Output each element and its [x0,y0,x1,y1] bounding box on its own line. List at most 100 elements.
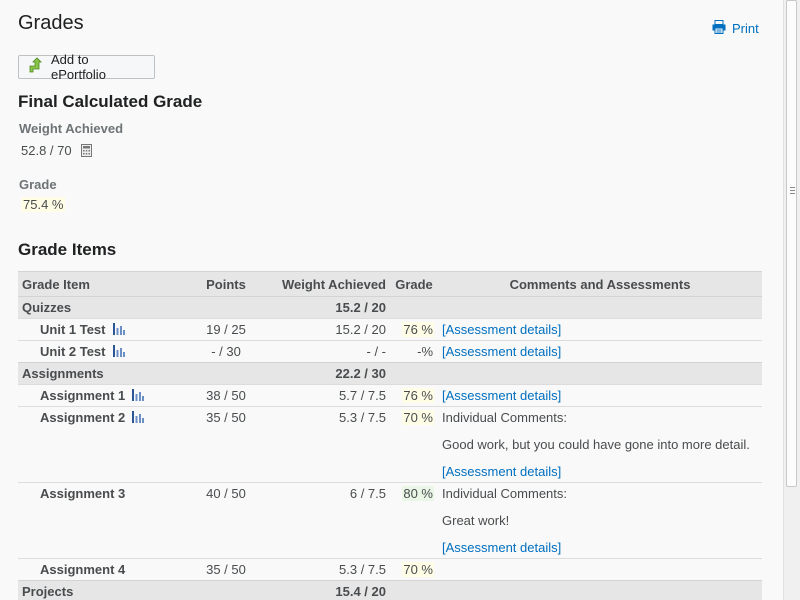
grade-item-grade: 76 % [402,388,434,403]
grade-item-weight: 15.2 / 20 [262,318,390,341]
grade-item-weight: 5.3 / 7.5 [262,558,390,581]
grade-item-name: Unit 1 Test [40,322,106,337]
scrollbar-thumb[interactable] [786,0,797,487]
grade-rows: Quizzes 15.2 / 20 Unit 1 Test 19 / 25 15.2 /… [18,296,762,600]
grade-item-grade: -% [417,344,433,359]
grade-item-row: Unit 1 Test 19 / 25 15.2 / 20 76 % [Assessme… [18,318,762,341]
grade-item-points: 38 / 50 [190,384,262,407]
grade-item-grade-cell: -% [390,340,438,363]
grade-item-weight: 6 / 7.5 [262,482,390,559]
grade-items-heading: Grade Items [18,240,117,259]
col-header-points: Points [190,271,262,297]
grade-item-comments: [Assessment details] [438,318,762,341]
comment-heading: Individual Comments: [442,486,567,501]
grade-item-name: Unit 2 Test [40,344,106,359]
grade-item-grade: 70 % [402,562,434,577]
grade-item-row: Unit 2 Test - / 30- / - -% [Assessment deta… [18,340,762,363]
grade-item-name-cell: Unit 2 Test [18,340,190,363]
grade-label: Grade [19,177,57,192]
category-row: Quizzes 15.2 / 20 [18,296,762,319]
vertical-scrollbar[interactable] [783,0,800,600]
calculator-icon[interactable] [81,144,93,157]
grade-item-grade-cell: 80 % [390,482,438,559]
table-header-row: Grade Item Points Weight Achieved Grade … [18,271,762,297]
category-comments [438,362,762,385]
bar-chart-icon[interactable] [132,386,145,401]
print-button[interactable]: Print [712,20,759,37]
weight-achieved-value: 52.8 / 70 [21,143,72,158]
comments-cell-content: Individual Comments: Great work! [Assessme… [442,483,758,558]
grade-item-row: Assignment 2 35 / 50 5.3 / 7.5 70 % Individu… [18,406,762,483]
category-name: Projects [18,580,190,600]
grade-item-name-cell: Assignment 4 [18,558,190,581]
assessment-details-link[interactable]: [Assessment details] [442,322,561,337]
grade-item-name-cell: Unit 1 Test [18,318,190,341]
grade-item-grade-cell: 76 % [390,318,438,341]
grade-item-name-cell: Assignment 3 [18,482,190,559]
bar-chart-icon[interactable] [132,408,145,423]
assessment-details-link[interactable]: [Assessment details] [442,388,561,403]
weight-achieved-value-row: 52.8 / 70 [21,143,93,158]
grade-item-grade: 80 % [402,486,434,501]
grade-item-name: Assignment 1 [40,388,126,403]
assessment-details-link[interactable]: [Assessment details] [442,344,561,359]
add-to-eportfolio-button[interactable]: Add to ePortfolio [18,52,155,82]
grade-item-points: 19 / 25 [190,318,262,341]
grade-item-row: Assignment 4 35 / 50 5.3 / 7.5 70 % [18,558,762,581]
grade-item-name-cell: Assignment 2 [18,406,190,483]
category-name: Quizzes [18,296,190,319]
assessment-details-link[interactable]: [Assessment details] [442,540,561,555]
category-name: Assignments [18,362,190,385]
assessment-details-link[interactable]: [Assessment details] [442,464,561,479]
category-row: Projects 15.4 / 20 [18,580,762,600]
category-comments [438,296,762,319]
grade-item-weight: - / - [262,340,390,363]
bar-chart-icon[interactable] [112,320,125,335]
comments-cell-content: Individual Comments: Good work, but you c… [442,407,758,482]
comments-cell-content: [Assessment details] [442,341,758,362]
grade-item-weight: 5.7 / 7.5 [262,384,390,407]
comments-cell-content: [Assessment details] [442,319,758,340]
category-comments [438,580,762,600]
printer-icon [712,20,726,37]
page-title: Grades [18,12,84,34]
print-label: Print [732,21,759,36]
final-grade-value: 75.4 % [21,197,66,212]
grade-item-name: Assignment 4 [40,562,126,577]
grade-item-grade: 76 % [402,322,434,337]
grade-item-grade-cell: 76 % [390,384,438,407]
category-grade [390,580,438,600]
grade-items-table: Grade Item Points Weight Achieved Grade … [18,271,762,600]
weight-achieved-label: Weight Achieved [19,121,124,136]
col-header-comments: Comments and Assessments [438,271,762,297]
category-row: Assignments 22.2 / 30 [18,362,762,385]
grade-item-points: 35 / 50 [190,406,262,483]
category-grade [390,296,438,319]
col-header-grade: Grade [390,271,438,297]
scrollbar-grip-icon [790,187,795,196]
grade-item-grade: 70 % [402,410,434,425]
category-grade [390,362,438,385]
comments-cell-content: [Assessment details] [442,385,758,406]
category-points [190,362,262,385]
bar-chart-icon[interactable] [112,342,125,357]
grade-item-row: Assignment 3 40 / 50 6 / 7.5 80 % Individual… [18,482,762,559]
category-points [190,580,262,600]
col-header-grade-item: Grade Item [18,271,190,297]
grade-item-points: 35 / 50 [190,558,262,581]
grade-item-row: Assignment 1 38 / 50 5.7 / 7.5 76 % [Assessm… [18,384,762,407]
comment-heading: Individual Comments: [442,410,567,425]
grade-item-grade-cell: 70 % [390,406,438,483]
eportfolio-label: Add to ePortfolio [51,52,106,82]
grade-item-name: Assignment 2 [40,410,126,425]
grade-item-name: Assignment 3 [40,486,126,501]
grades-page: Grades Print Add to ePortfolio Final Cal… [0,0,782,600]
category-points [190,296,262,319]
final-grade-heading: Final Calculated Grade [18,92,203,111]
grade-item-comments: Individual Comments: Good work, but you c… [438,406,762,483]
upload-arrow-icon [27,56,45,78]
grade-item-grade-cell: 70 % [390,558,438,581]
grade-item-comments: [Assessment details] [438,384,762,407]
grade-item-points: - / 30 [190,340,262,363]
category-weight: 22.2 / 30 [262,362,390,385]
